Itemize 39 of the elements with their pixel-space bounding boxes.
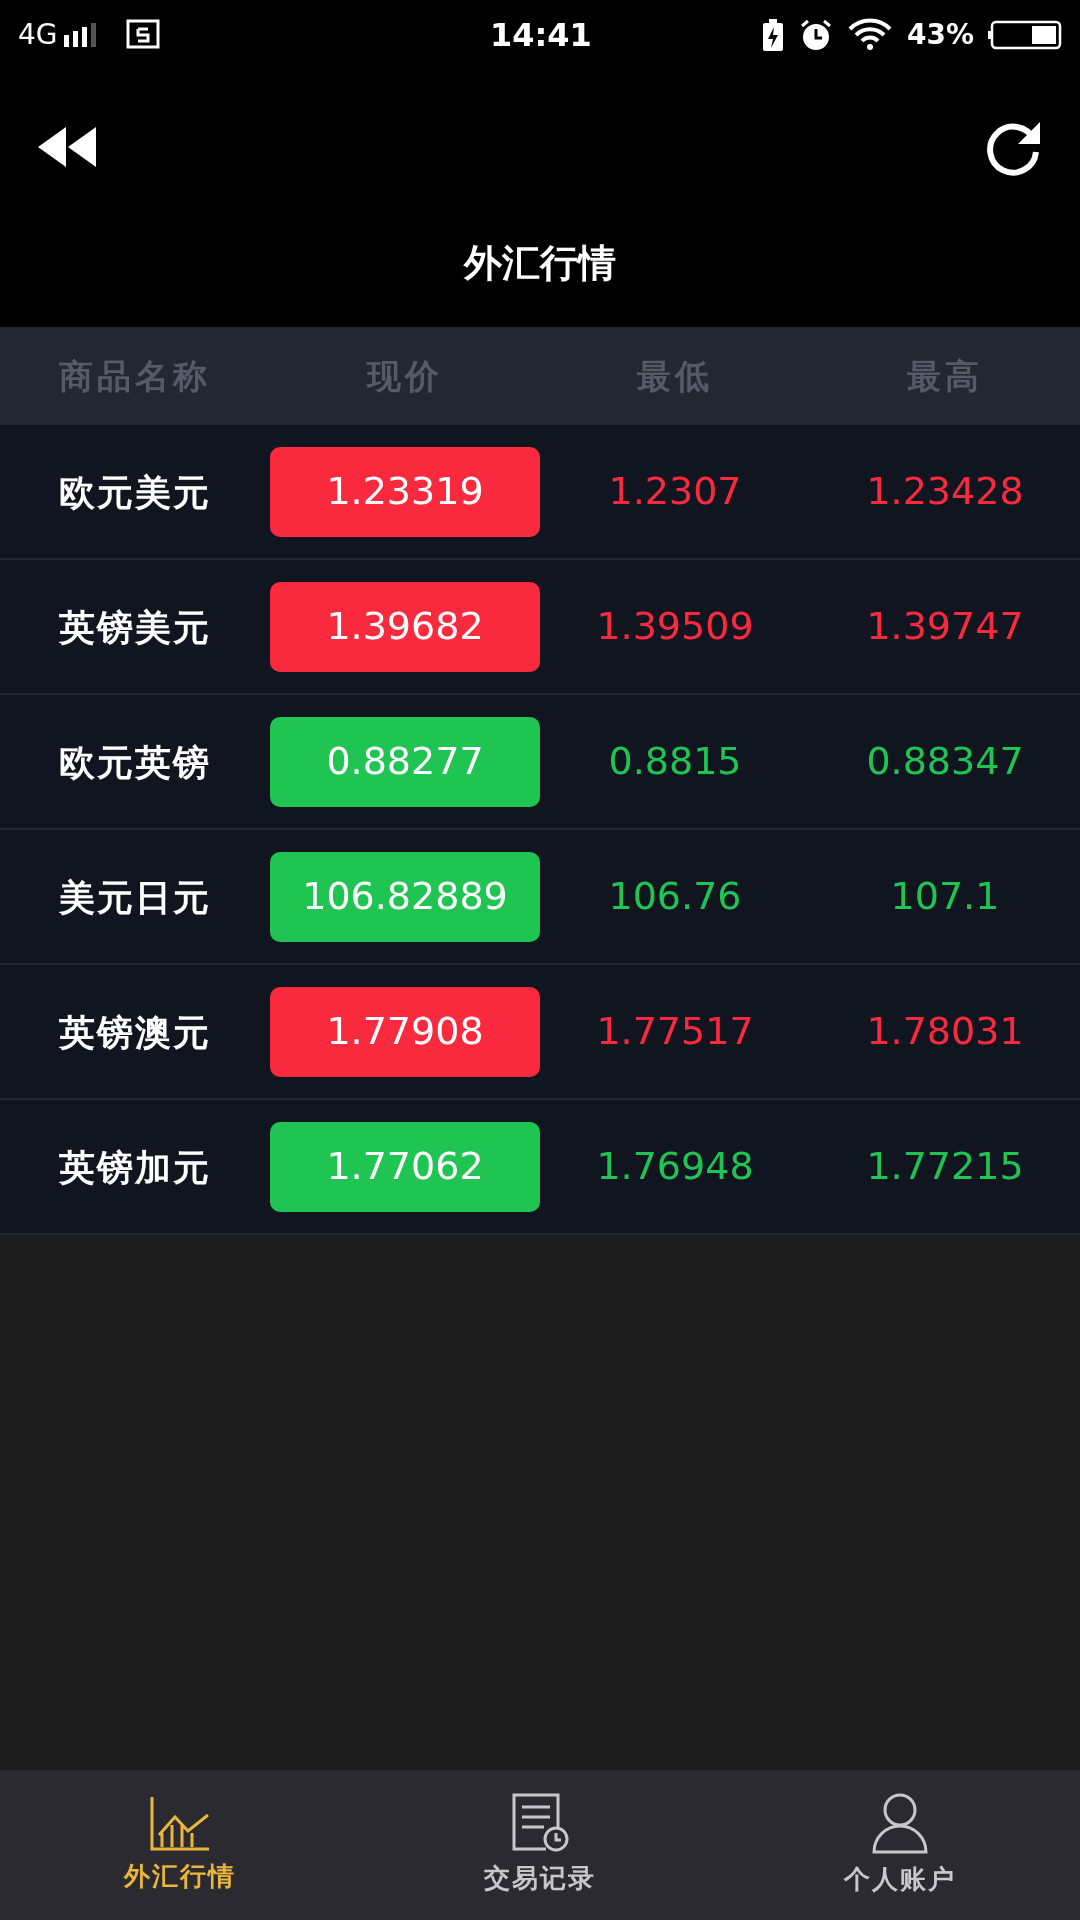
tab-item[interactable]: 个人账户 <box>720 1770 1080 1920</box>
pair-name: 美元日元 <box>59 874 211 920</box>
low-price: 0.8815 <box>608 738 742 785</box>
chart-icon <box>149 1794 211 1851</box>
person-icon <box>870 1791 930 1854</box>
low-price: 106.76 <box>608 873 742 920</box>
price-badge: 106.82889 <box>270 851 540 942</box>
pair-name: 欧元美元 <box>59 469 211 515</box>
low-price: 1.76948 <box>596 1143 754 1190</box>
pair-name: 英镑加元 <box>59 1144 211 1190</box>
document-clock-icon <box>510 1792 570 1853</box>
high-price: 1.23428 <box>866 468 1024 515</box>
low-price: 1.2307 <box>608 468 742 515</box>
pair-name: 欧元英镑 <box>59 739 211 785</box>
price-badge: 1.23319 <box>270 446 540 537</box>
wifi-icon <box>846 18 893 52</box>
pair-name: 英镑澳元 <box>59 1009 211 1055</box>
rewind-icon[interactable] <box>36 125 98 169</box>
price-badge: 1.77062 <box>270 1121 540 1212</box>
battery-charging-icon <box>760 18 785 52</box>
tab-item[interactable]: 交易记录 <box>360 1770 720 1920</box>
high-price: 107.1 <box>890 873 1000 920</box>
battery-percent: 43% <box>906 17 974 53</box>
pair-name: 英镑美元 <box>59 604 211 650</box>
alarm-icon <box>798 18 833 52</box>
low-price: 1.39509 <box>596 603 754 650</box>
high-price: 1.39747 <box>866 603 1024 650</box>
clock-time: 14:41 <box>490 15 592 56</box>
high-price: 1.77215 <box>866 1143 1024 1190</box>
battery-icon <box>988 20 1062 50</box>
high-price: 1.78031 <box>866 1008 1024 1055</box>
low-price: 1.77517 <box>596 1008 754 1055</box>
tab-item[interactable]: 外汇行情 <box>0 1770 360 1920</box>
price-badge: 0.88277 <box>270 716 540 807</box>
page-title: 外汇行情 <box>464 239 616 287</box>
network-label: 4G <box>18 17 58 53</box>
high-price: 0.88347 <box>866 738 1024 785</box>
price-badge: 1.77908 <box>270 986 540 1077</box>
price-badge: 1.39682 <box>270 581 540 672</box>
